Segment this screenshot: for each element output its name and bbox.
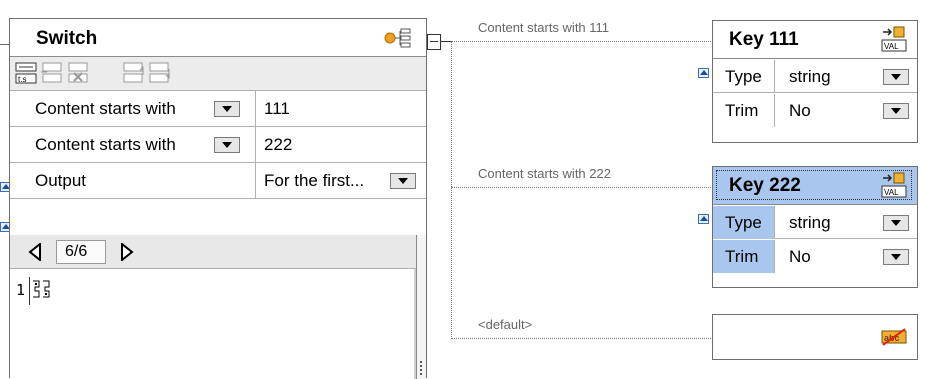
key-type-value: string [789,67,831,86]
no-value-icon: abc [881,328,907,346]
key-trim-row[interactable]: Trim No [713,94,917,127]
resize-grip[interactable] [420,361,422,375]
token-glyph-icon [33,280,50,298]
condition-value[interactable]: 222 [264,135,292,155]
connection-label-111: Content starts with 111 [478,20,610,35]
condition-operator-dropdown[interactable] [214,101,240,117]
svg-text:VAL: VAL [884,42,899,51]
collapse-marker-key-222[interactable] [698,214,709,224]
svg-text:VAL: VAL [884,188,899,197]
output-label-cell: Output [10,163,256,198]
condition-row[interactable]: Content starts with 111 [10,91,426,127]
line-number: 1 [16,281,26,299]
output-label: Output [35,171,87,190]
previous-arrow-icon[interactable] [28,243,42,261]
add-condition-icon[interactable]: t.s [14,61,38,85]
output-row[interactable]: Output For the first... [10,163,426,199]
key-type-label-cell: Type [713,60,775,93]
svg-text:t.s: t.s [18,75,26,84]
editor-scrollbar[interactable] [416,235,426,379]
value-map-icon: VAL [881,26,907,52]
collapse-marker-key-111[interactable] [698,68,709,78]
key-trim-value: No [789,247,811,266]
switch-tree-icon [384,28,411,48]
key-type-dropdown[interactable] [883,69,909,85]
connector-line-111 [451,41,711,42]
key-type-label: Type [725,213,762,232]
key-trim-dropdown[interactable] [883,249,909,265]
delete-condition-icon[interactable] [66,61,90,85]
pager-box: 6/6 [56,240,106,264]
key-title: Key 222 [729,175,801,196]
switch-component[interactable]: Switch t.s Content starts with 111 Conte… [9,18,427,379]
key-trim-row[interactable]: Trim No [713,240,917,273]
switch-header[interactable]: Switch [10,19,426,57]
key-header[interactable]: Key 222 VAL [713,167,917,205]
connection-label-222: Content starts with 222 [478,166,611,181]
move-condition-down-icon[interactable] [148,61,172,85]
key-trim-label-cell: Trim [713,94,775,127]
key-type-label: Type [725,67,762,86]
output-connector[interactable] [427,34,441,50]
condition-operator: Content starts with [35,135,176,154]
connection-label-default: <default> [478,317,533,332]
condition-row[interactable]: Content starts with 222 [10,127,426,163]
key-title: Key 111 [729,29,799,50]
key-component-222[interactable]: Key 222 VAL Type string Trim No [712,166,918,288]
output-dropdown[interactable] [390,173,416,189]
switch-toolbar: t.s [10,57,426,91]
pager-text: 6/6 [65,243,88,260]
insert-condition-icon[interactable] [40,61,64,85]
connector-line-default [451,338,711,339]
key-type-row[interactable]: Type string [713,206,917,239]
key-trim-dropdown[interactable] [883,103,909,119]
text-cursor [29,277,30,305]
condition-value[interactable]: 111 [264,99,290,119]
key-type-label-cell: Type [713,206,775,239]
connector-stub [441,41,451,42]
key-header[interactable]: Key 111 VAL [713,21,917,59]
condition-operator-cell[interactable]: Content starts with [10,91,256,126]
value-map-icon: VAL [881,172,907,198]
key-type-dropdown[interactable] [883,215,909,231]
next-arrow-icon[interactable] [120,243,134,261]
pager-bar: 6/6 [10,235,416,269]
key-type-row[interactable]: Type string [713,60,917,93]
connector-trunk [451,41,452,339]
key-component-111[interactable]: Key 111 VAL Type string Trim No [712,20,918,143]
switch-title: Switch [36,28,98,49]
condition-operator: Content starts with [35,99,176,118]
key-trim-label: Trim [725,101,759,120]
condition-operator-dropdown[interactable] [214,137,240,153]
code-editor[interactable]: 1 [10,269,416,379]
output-value: For the first... [264,171,365,190]
key-trim-label: Trim [725,247,759,266]
move-condition-up-icon[interactable] [122,61,146,85]
connector-line-222 [451,187,711,188]
condition-operator-cell[interactable]: Content starts with [10,127,256,162]
key-trim-label-cell: Trim [713,240,775,273]
key-trim-value: No [789,101,811,120]
key-type-value: string [789,213,831,232]
default-output-box[interactable]: abc [712,314,918,360]
